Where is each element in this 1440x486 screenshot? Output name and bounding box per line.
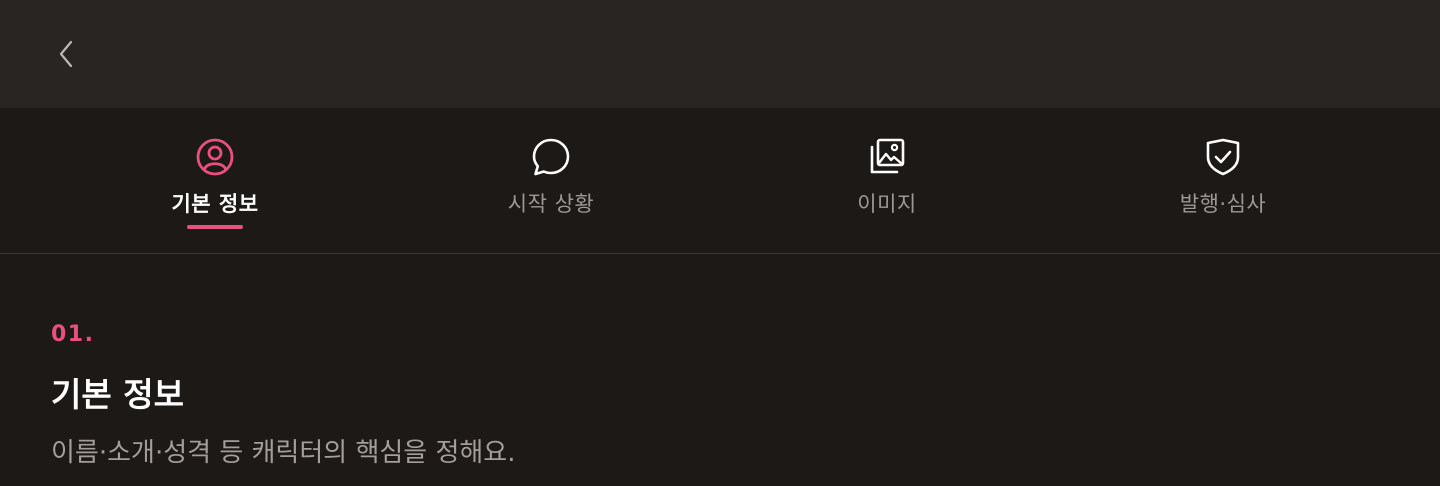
- shield-check-icon: [1203, 137, 1243, 177]
- top-bar: [0, 0, 1440, 108]
- chevron-left-icon: [59, 40, 73, 68]
- back-button[interactable]: [46, 32, 86, 76]
- user-circle-icon: [195, 137, 235, 177]
- tab-label: 발행·심사: [1179, 192, 1267, 216]
- active-tab-indicator: [187, 225, 243, 229]
- tab-basic-info[interactable]: 기본 정보: [47, 108, 383, 253]
- tab-label: 이미지: [857, 192, 917, 216]
- section-description: 이름·소개·성격 등 캐릭터의 핵심을 정해요.: [51, 438, 516, 468]
- tab-publish-review[interactable]: 발행·심사: [1055, 108, 1391, 253]
- step-number: 01.: [51, 322, 95, 347]
- tab-start-situation[interactable]: 시작 상황: [383, 108, 719, 253]
- images-icon: [867, 137, 907, 177]
- tab-image[interactable]: 이미지: [719, 108, 1055, 253]
- tab-bar: 기본 정보 시작 상황 이미지 발행·심사: [0, 108, 1440, 254]
- tab-label: 기본 정보: [171, 192, 259, 216]
- section-title: 기본 정보: [51, 375, 184, 414]
- chat-bubble-icon: [531, 137, 571, 177]
- tab-label: 시작 상황: [507, 192, 595, 216]
